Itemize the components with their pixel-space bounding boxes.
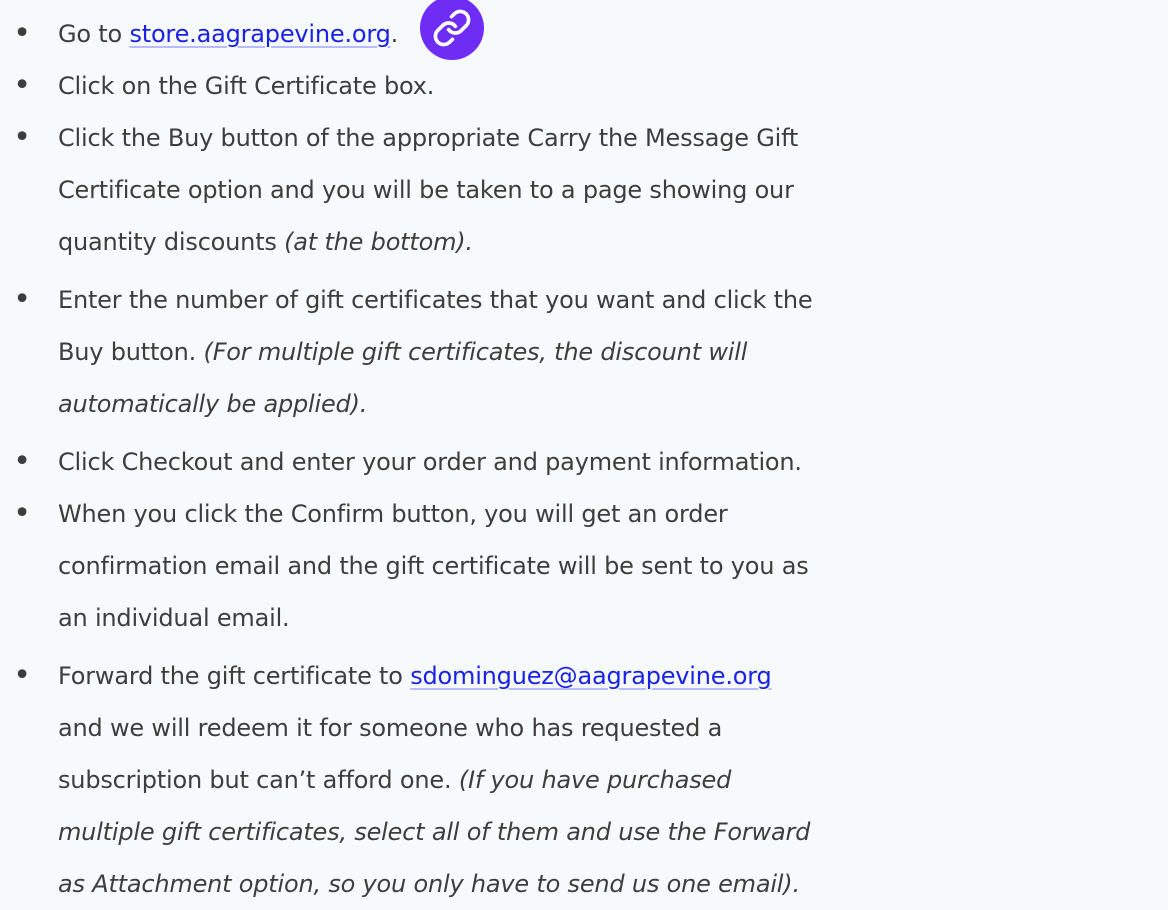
bullet: • xyxy=(13,496,31,531)
step-4-note-start: (For multiple gift certificates, the dis… xyxy=(203,338,748,366)
instruction-list: • Go to store.aagrapevine.org. • Click o… xyxy=(0,0,1168,910)
step-1-period: . xyxy=(390,20,399,48)
step-3-note: (at the bottom). xyxy=(284,228,473,256)
step-7-note-end: as Attachment option, so you only have t… xyxy=(58,870,800,898)
step-6-line-2: confirmation email and the gift certific… xyxy=(58,552,809,580)
step-7-line-2: and we will redeem it for someone who ha… xyxy=(58,714,723,742)
list-item-step-4: • Enter the number of gift certificates … xyxy=(0,274,1168,430)
step-6-line-1: When you click the Confirm button, you w… xyxy=(58,500,728,528)
step-7-line-3: subscription but can’t afford one. xyxy=(58,766,459,794)
list-item-step-2: • Click on the Gift Certificate box. xyxy=(0,60,1168,112)
list-item-step-7: • Forward the gift certificate to sdomin… xyxy=(0,650,1168,910)
step-4-line-2: Buy button. xyxy=(58,338,204,366)
bullet: • xyxy=(13,16,31,51)
list-item-step-3: • Click the Buy button of the appropriat… xyxy=(0,112,1168,268)
step-2-text: Click on the Gift Certificate box. xyxy=(58,72,435,100)
step-5-text: Click Checkout and enter your order and … xyxy=(58,448,802,476)
step-6-line-3: an individual email. xyxy=(58,604,290,632)
step-1-text: Go to xyxy=(58,20,130,48)
bullet: • xyxy=(13,282,31,317)
step-3-line-3: quantity discounts xyxy=(58,228,285,256)
step-7-line-1: Forward the gift certificate to xyxy=(58,662,411,690)
step-4-note-end: automatically be applied). xyxy=(58,390,368,418)
step-4-line-1: Enter the number of gift certificates th… xyxy=(58,286,813,314)
instructions-page: • Go to store.aagrapevine.org. • Click o… xyxy=(0,0,1168,900)
list-item-step-5: • Click Checkout and enter your order an… xyxy=(0,436,1168,488)
email-link[interactable]: sdominguez@aagrapevine.org xyxy=(410,662,772,690)
link-icon[interactable] xyxy=(420,0,485,60)
step-7-note-start: (If you have purchased xyxy=(458,766,732,794)
list-item-step-6: • When you click the Confirm button, you… xyxy=(0,488,1168,644)
bullet: • xyxy=(13,68,31,103)
list-item-step-1: • Go to store.aagrapevine.org. xyxy=(0,0,1168,60)
step-3-line-1: Click the Buy button of the appropriate … xyxy=(58,124,799,152)
step-7-note-middle: multiple gift certificates, select all o… xyxy=(58,818,811,846)
store-link[interactable]: store.aagrapevine.org xyxy=(129,20,390,48)
bullet: • xyxy=(13,658,31,693)
step-3-line-2: Certificate option and you will be taken… xyxy=(58,176,794,204)
bullet: • xyxy=(13,120,31,155)
bullet: • xyxy=(13,444,31,479)
